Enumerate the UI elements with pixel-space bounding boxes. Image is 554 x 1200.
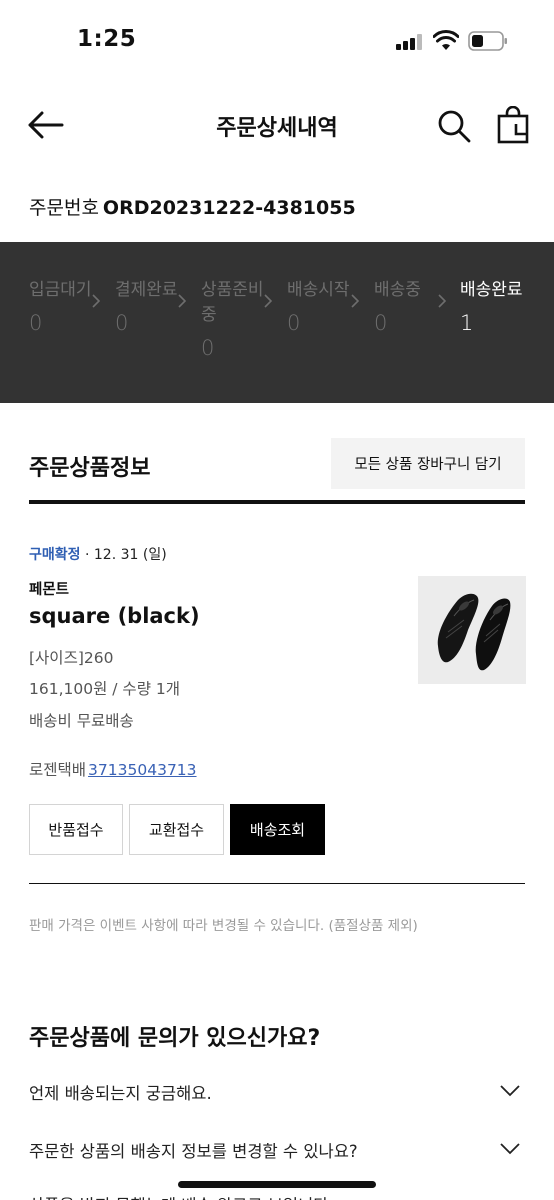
wifi-icon: [433, 30, 459, 50]
exchange-request-button[interactable]: 교환접수: [129, 804, 224, 855]
product-name[interactable]: square (black): [29, 604, 200, 628]
step-label: 결제완료: [115, 280, 178, 300]
progress-step-delivered: 배송완료 1: [460, 278, 530, 335]
faq-item[interactable]: 주문한 상품의 배송지 정보를 변경할 수 있나요?: [29, 1138, 525, 1168]
step-label: 상품준비중: [201, 280, 264, 325]
chevron-down-icon: [500, 1143, 520, 1155]
progress-step-in-transit: 배송중 0: [374, 278, 444, 335]
status-bar: 1:25: [0, 0, 554, 84]
app-header: 주문상세내역: [0, 96, 554, 156]
progress-step-payment-pending: 입금대기 0: [29, 278, 99, 335]
faq-item[interactable]: 상품을 받지 못했는데 배송 완료로 보입니다.: [29, 1192, 525, 1200]
faq-title: 주문상품에 문의가 있으신가요?: [29, 1026, 321, 1051]
step-count: 0: [115, 311, 129, 335]
chevron-right-icon: [178, 294, 187, 308]
chevron-down-icon: [500, 1085, 520, 1097]
progress-step-preparing: 상품준비중 0: [201, 278, 271, 360]
status-date: · 12. 31 (일): [84, 547, 167, 563]
chevron-right-icon: [92, 294, 101, 308]
section-title-order-products: 주문상품정보: [29, 456, 151, 481]
faq-question: 상품을 받지 못했는데 배송 완료로 보입니다.: [29, 1192, 334, 1200]
search-icon[interactable]: [436, 108, 472, 144]
shopping-bag-icon[interactable]: [496, 106, 530, 144]
progress-step-payment-complete: 결제완료 0: [115, 278, 185, 335]
order-number: 주문번호 ORD20231222-4381055: [29, 193, 356, 220]
chevron-right-icon: [351, 294, 360, 308]
add-all-to-cart-button[interactable]: 모든 상품 장바구니 담기: [331, 438, 525, 489]
product-price-quantity: 161,100원 / 수량 1개: [29, 680, 181, 698]
tracking-info: 로젠택배 37135043713: [29, 758, 197, 780]
track-shipment-button[interactable]: 배송조회: [230, 804, 325, 855]
courier-name: 로젠택배: [29, 761, 87, 779]
step-count: 0: [201, 336, 215, 360]
faq-question: 언제 배송되는지 궁금해요.: [29, 1084, 212, 1103]
cellular-signal-icon: [396, 34, 424, 50]
shipping-fee: 배송비 무료배송: [29, 712, 134, 730]
step-label: 배송완료: [460, 280, 523, 300]
step-label: 배송중: [374, 280, 421, 300]
order-number-label: 주문번호: [29, 197, 99, 219]
return-request-button[interactable]: 반품접수: [29, 804, 123, 855]
divider: [29, 883, 525, 884]
chevron-right-icon: [264, 294, 273, 308]
status-time: 1:25: [77, 26, 137, 52]
order-number-value: ORD20231222-4381055: [102, 197, 356, 219]
chevron-right-icon: [438, 294, 447, 308]
step-count: 0: [29, 311, 43, 335]
home-indicator[interactable]: [178, 1181, 376, 1188]
step-count: 0: [374, 311, 388, 335]
section-divider: [29, 500, 525, 504]
product-thumbnail-image[interactable]: [418, 576, 526, 684]
tracking-number-link[interactable]: 37135043713: [88, 761, 196, 779]
step-count: 1: [460, 311, 474, 335]
purchase-confirmed-badge: 구매확정: [29, 547, 81, 563]
battery-icon: [468, 31, 507, 51]
faq-question: 주문한 상품의 배송지 정보를 변경할 수 있나요?: [29, 1142, 358, 1161]
step-count: 0: [287, 311, 301, 335]
purchase-status-line: 구매확정 · 12. 31 (일): [29, 544, 167, 564]
price-notice: 판매 가격은 이벤트 사항에 따라 변경될 수 있습니다. (품절상품 제외): [29, 918, 418, 934]
product-brand[interactable]: 페몬트: [29, 578, 69, 599]
progress-step-shipping-started: 배송시작 0: [287, 278, 357, 335]
product-option: [사이즈]260: [29, 649, 114, 667]
step-label: 입금대기: [29, 280, 92, 300]
delivery-progress: 입금대기 0 결제완료 0 상품준비중 0 배송시작 0 배송중 0 배송완료 …: [0, 242, 554, 403]
faq-item[interactable]: 언제 배송되는지 궁금해요.: [29, 1080, 525, 1110]
step-label: 배송시작: [287, 280, 350, 300]
